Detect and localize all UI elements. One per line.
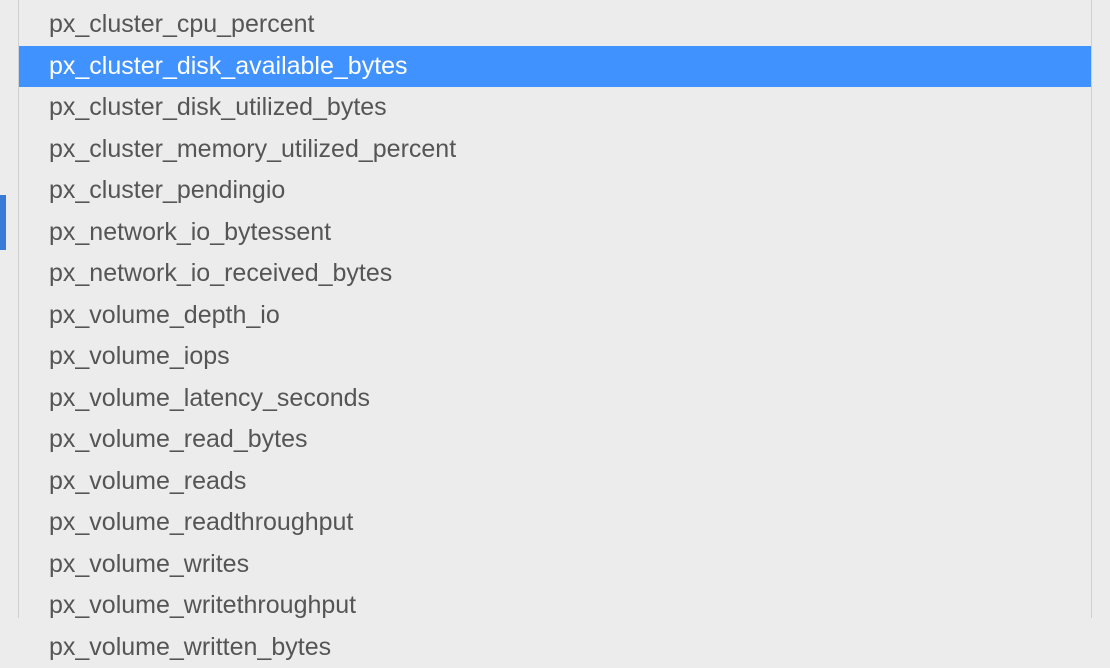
metric-suggestion-list: px_cluster_cpu_percentpx_cluster_disk_av… — [19, 0, 1091, 668]
metric-suggestion-item[interactable]: px_volume_readthroughput — [19, 502, 1091, 544]
metric-suggestion-item[interactable]: px_volume_writes — [19, 544, 1091, 586]
metric-suggestion-item[interactable]: px_network_io_bytessent — [19, 212, 1091, 254]
metric-suggestion-item[interactable]: px_cluster_memory_utilized_percent — [19, 129, 1091, 171]
metric-suggestion-item[interactable]: px_volume_latency_seconds — [19, 378, 1091, 420]
metric-suggestion-item[interactable]: px_volume_writethroughput — [19, 585, 1091, 627]
metric-suggestion-item[interactable]: px_volume_written_bytes — [19, 627, 1091, 668]
metric-suggestion-item[interactable]: px_volume_read_bytes — [19, 419, 1091, 461]
metric-suggestion-item[interactable]: px_volume_depth_io — [19, 295, 1091, 337]
metric-suggestion-item[interactable]: px_cluster_disk_utilized_bytes — [19, 87, 1091, 129]
metric-suggestion-item[interactable]: px_volume_reads — [19, 461, 1091, 503]
autocomplete-dropdown: px_cluster_cpu_percentpx_cluster_disk_av… — [18, 0, 1092, 618]
metric-suggestion-item[interactable]: px_cluster_pendingio — [19, 170, 1091, 212]
metric-suggestion-item[interactable]: px_network_io_received_bytes — [19, 253, 1091, 295]
metric-suggestion-item[interactable]: px_cluster_cpu_percent — [19, 4, 1091, 46]
metric-suggestion-item[interactable]: px_cluster_disk_available_bytes — [19, 46, 1091, 88]
left-edge-indicator — [0, 195, 6, 250]
metric-suggestion-item[interactable]: px_volume_iops — [19, 336, 1091, 378]
